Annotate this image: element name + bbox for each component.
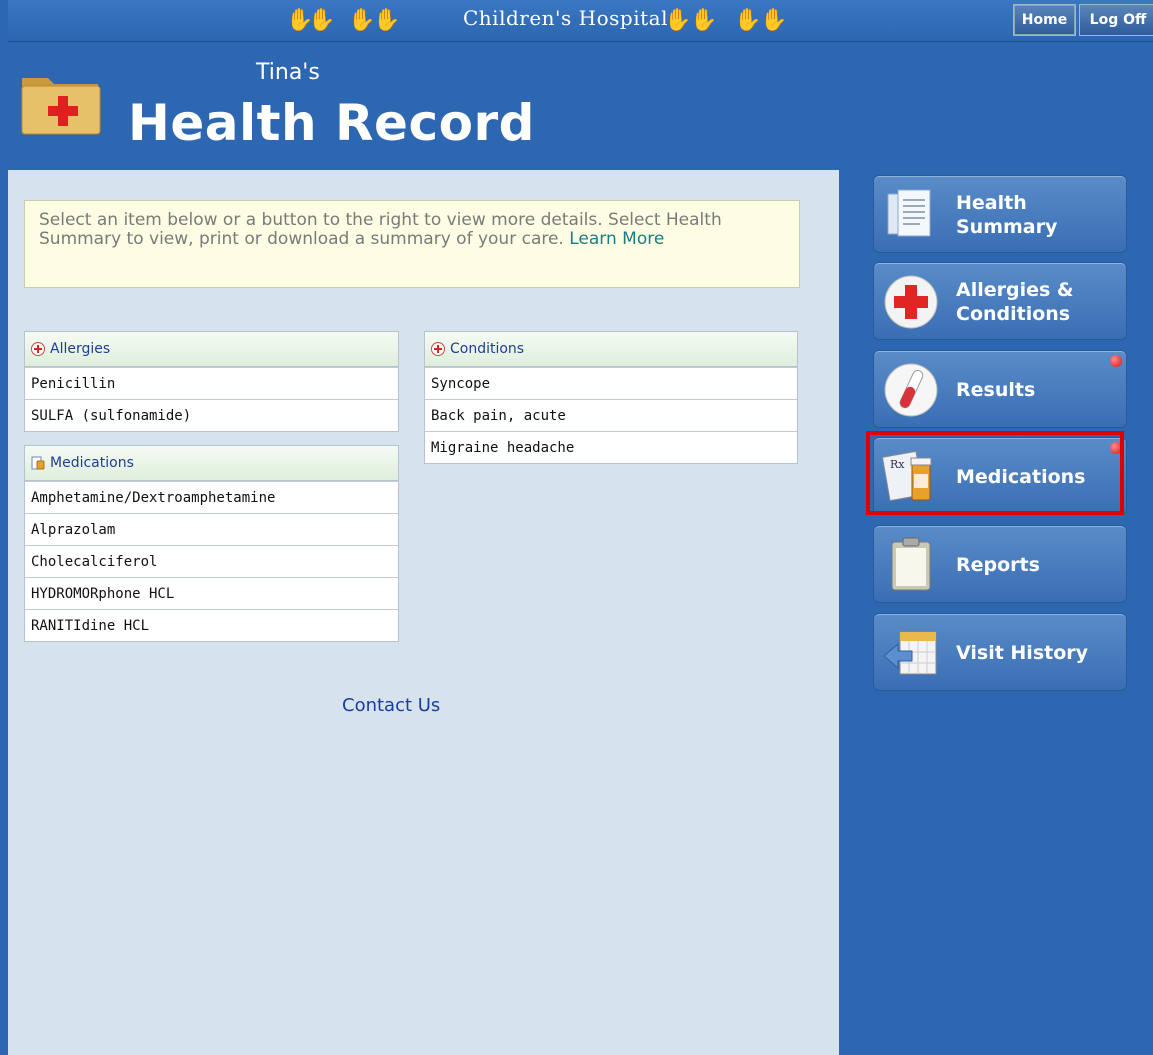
allergies-header[interactable]: Allergies bbox=[25, 332, 398, 367]
info-message: Select an item below or a button to the … bbox=[24, 200, 800, 288]
list-item[interactable]: SULFA (sulfonamide) bbox=[25, 399, 398, 431]
red-cross-icon bbox=[884, 275, 938, 329]
clipboard-icon bbox=[891, 537, 931, 591]
medications-title: Medications bbox=[50, 455, 134, 471]
list-item[interactable]: Syncope bbox=[425, 367, 797, 399]
hospital-name: Children's Hospital bbox=[463, 6, 668, 30]
selection-highlight bbox=[866, 431, 1124, 515]
allergies-conditions-button[interactable]: Allergies & Conditions bbox=[873, 262, 1127, 340]
nav-label: Allergies & bbox=[956, 279, 1074, 301]
notification-dot bbox=[1110, 355, 1122, 367]
health-folder-icon bbox=[21, 78, 101, 135]
handprint-icon: ✋ bbox=[373, 8, 401, 33]
main-panel: Select an item below or a button to the … bbox=[8, 170, 839, 1055]
handprint-icon: ✋ bbox=[734, 8, 762, 33]
record-owner: Tina's bbox=[256, 60, 320, 85]
medications-box: Medications Amphetamine/Dextroamphetamin… bbox=[24, 445, 399, 642]
list-item[interactable]: HYDROMORphone HCL bbox=[25, 577, 398, 609]
plus-circle-icon bbox=[31, 342, 45, 356]
document-icon bbox=[887, 189, 931, 237]
list-item[interactable]: Cholecalciferol bbox=[25, 545, 398, 577]
medications-header[interactable]: Medications bbox=[25, 446, 398, 481]
nav-label: Health bbox=[956, 192, 1027, 214]
nav-label: Reports bbox=[956, 554, 1040, 576]
nav-label: Results bbox=[956, 379, 1036, 401]
log-off-button[interactable]: Log Off bbox=[1079, 4, 1153, 36]
handprint-icon: ✋ bbox=[348, 8, 376, 33]
handprint-icon: ✋ bbox=[760, 8, 788, 33]
learn-more-link[interactable]: Learn More bbox=[569, 229, 664, 249]
page-title: Health Record bbox=[128, 94, 535, 152]
results-button[interactable]: Results bbox=[873, 350, 1127, 428]
home-button[interactable]: Home bbox=[1013, 4, 1076, 36]
allergies-box: Allergies Penicillin SULFA (sulfonamide) bbox=[24, 331, 399, 432]
handprint-icon: ✋ bbox=[308, 8, 336, 33]
medication-icon bbox=[31, 456, 45, 470]
visit-history-button[interactable]: Visit History bbox=[873, 613, 1127, 691]
conditions-title: Conditions bbox=[450, 341, 525, 357]
nav-label: Conditions bbox=[956, 303, 1071, 325]
handprint-icon: ✋ bbox=[664, 8, 692, 33]
list-item[interactable]: Alprazolam bbox=[25, 513, 398, 545]
test-tube-icon bbox=[884, 363, 938, 417]
health-summary-button[interactable]: Health Summary bbox=[873, 175, 1127, 253]
list-item[interactable]: Back pain, acute bbox=[425, 399, 797, 431]
reports-button[interactable]: Reports bbox=[873, 525, 1127, 603]
allergies-title: Allergies bbox=[50, 341, 111, 357]
conditions-box: Conditions Syncope Back pain, acute Migr… bbox=[424, 331, 798, 464]
plus-circle-icon bbox=[431, 342, 445, 356]
list-item[interactable]: Penicillin bbox=[25, 367, 398, 399]
list-item[interactable]: Migraine headache bbox=[425, 431, 797, 463]
nav-label: Visit History bbox=[956, 642, 1089, 664]
nav-label: Summary bbox=[956, 216, 1058, 238]
page-header: Tina's Health Record bbox=[8, 42, 1153, 170]
conditions-header[interactable]: Conditions bbox=[425, 332, 797, 367]
list-item[interactable]: RANITIdine HCL bbox=[25, 609, 398, 641]
top-bar: ✋ ✋ ✋ ✋ Children's Hospital ✋ ✋ ✋ ✋ Home… bbox=[8, 0, 1153, 42]
calendar-back-icon bbox=[883, 631, 937, 675]
contact-us-link[interactable]: Contact Us bbox=[342, 695, 440, 716]
handprint-icon: ✋ bbox=[690, 8, 718, 33]
list-item[interactable]: Amphetamine/Dextroamphetamine bbox=[25, 481, 398, 513]
